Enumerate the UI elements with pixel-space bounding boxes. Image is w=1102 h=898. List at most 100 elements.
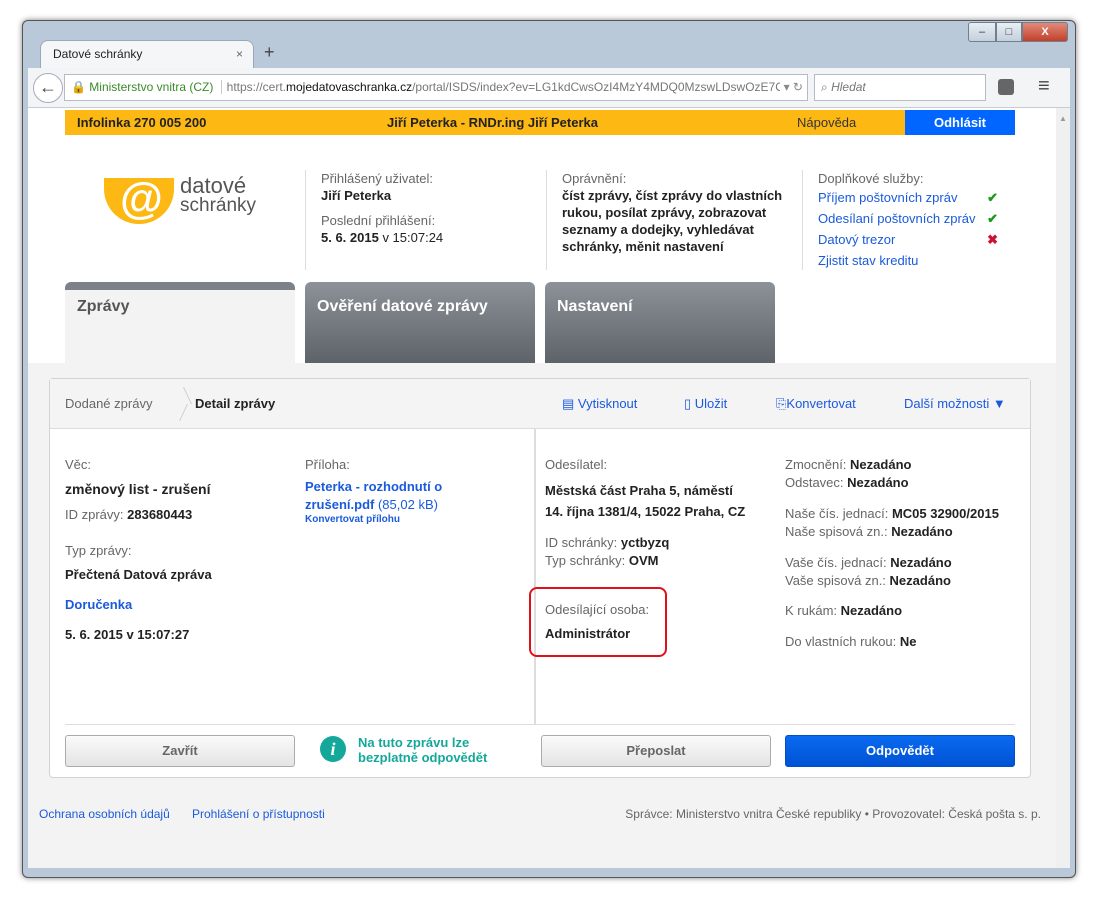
url-prefix: https://cert. bbox=[220, 80, 287, 94]
detail-label: Vaše čís. jednací: bbox=[785, 555, 887, 570]
more-options-dropdown[interactable]: Další možnosti ▼ bbox=[904, 396, 1006, 411]
save-button[interactable]: ▯ Uložit bbox=[684, 396, 727, 412]
sender-label: Odesílatel: bbox=[545, 457, 608, 472]
panel-toolbar: Dodané zprávy Detail zprávy ▤ Vytisknout… bbox=[50, 379, 1030, 429]
lock-icon: 🔒 bbox=[71, 80, 86, 94]
convert-label: Konvertovat bbox=[786, 396, 856, 411]
attachment-size: (85,02 kB) bbox=[377, 497, 438, 512]
accessibility-link[interactable]: Prohlášení o přístupnosti bbox=[192, 807, 325, 821]
permissions: Oprávnění: číst zprávy, číst zprávy do v… bbox=[562, 170, 787, 255]
back-button-icon[interactable]: ← bbox=[33, 73, 63, 103]
message-type: Přečtená Datová zpráva bbox=[65, 567, 212, 582]
service-item[interactable]: Odesílaní poštovních zpráv ✔ bbox=[818, 208, 1008, 229]
logged-user: Jiří Peterka bbox=[321, 188, 392, 203]
tab-zpravy[interactable]: Zprávy bbox=[65, 282, 295, 363]
privacy-link[interactable]: Ochrana osobních údajů bbox=[39, 807, 170, 821]
permissions-label: Oprávnění: bbox=[562, 171, 627, 186]
attachment-label: Příloha: bbox=[305, 457, 350, 472]
close-tab-icon[interactable]: × bbox=[236, 47, 243, 61]
minimize-button[interactable]: – bbox=[968, 22, 996, 42]
cross-icon: ✖ bbox=[987, 232, 998, 247]
permissions-value: číst zprávy, číst zprávy do vlastních ru… bbox=[562, 188, 783, 254]
infoline: Infolinka 270 005 200 bbox=[77, 115, 207, 130]
search-placeholder: Hledat bbox=[831, 80, 866, 94]
site-identity: Ministerstvo vnitra (CZ) bbox=[89, 80, 214, 94]
sender-value: Městská část Praha 5, náměstí 14. října … bbox=[545, 483, 746, 519]
detail-value: Nezadáno bbox=[850, 457, 912, 472]
tab-nastaveni[interactable]: Nastavení bbox=[545, 282, 775, 363]
reload-icon[interactable]: ▾ ↻ bbox=[779, 75, 803, 100]
detail-label: Naše spisová zn.: bbox=[785, 524, 888, 539]
id-label: ID zprávy: bbox=[65, 507, 124, 522]
close-button[interactable]: Zavřít bbox=[65, 735, 295, 767]
subject-label: Věc: bbox=[65, 457, 92, 472]
services: Doplňkové služby: Příjem poštovních zprá… bbox=[818, 170, 1008, 271]
detail-value: Nezadáno bbox=[891, 524, 953, 539]
delivery-date: 5. 6. 2015 v 15:07:27 bbox=[65, 627, 190, 642]
logout-button[interactable]: Odhlásit bbox=[905, 110, 1015, 135]
receipt-link[interactable]: Doručenka bbox=[65, 596, 285, 614]
sending-person: Odesílající osoba: Administrátor bbox=[545, 601, 649, 643]
browser-tab[interactable]: Datové schránky × bbox=[40, 40, 254, 70]
logo-line1: datové bbox=[180, 173, 247, 198]
box-id-label: ID schránky: bbox=[545, 535, 618, 550]
detail-value: Nezadáno bbox=[847, 475, 909, 490]
info-icon: i bbox=[320, 736, 346, 762]
scrollbar[interactable]: ▲ bbox=[1056, 108, 1070, 868]
sender-info: Odesílatel: Městská část Praha 5, náměst… bbox=[545, 456, 750, 570]
service-link[interactable]: Odesílaní poštovních zpráv bbox=[818, 211, 976, 226]
navigation-bar: ← 🔒 Ministerstvo vnitra (CZ) https://cer… bbox=[28, 68, 1070, 108]
type-label: Typ zprávy: bbox=[65, 543, 132, 558]
tab-overeni[interactable]: Ověření datové zprávy bbox=[305, 282, 535, 363]
person-label: Odesílající osoba: bbox=[545, 602, 650, 617]
pocket-icon[interactable] bbox=[998, 79, 1014, 95]
forward-button[interactable]: Přeposlat bbox=[541, 735, 771, 767]
service-item[interactable]: Příjem poštovních zpráv ✔ bbox=[818, 187, 1008, 208]
detail-value: Nezadáno bbox=[890, 555, 952, 570]
message-id: 283680443 bbox=[127, 507, 193, 522]
search-icon: ⌕ bbox=[821, 80, 832, 94]
url-bar[interactable]: 🔒 Ministerstvo vnitra (CZ) https://cert.… bbox=[64, 74, 808, 101]
detail-label: Odstavec: bbox=[785, 475, 844, 490]
message-info: Věc: změnový list - zrušení ID zprávy: 2… bbox=[65, 456, 285, 644]
detail-label: Vaše spisová zn.: bbox=[785, 573, 886, 588]
check-icon: ✔ bbox=[987, 211, 998, 226]
detail-value: MC05 32900/2015 bbox=[891, 506, 999, 521]
credit-link[interactable]: Zjistit stav kreditu bbox=[818, 253, 918, 268]
close-window-button[interactable]: X bbox=[1022, 22, 1068, 42]
operator-info: Správce: Ministerstvo vnitra České repub… bbox=[625, 807, 1041, 821]
save-icon: ▯ bbox=[684, 396, 695, 411]
last-login-date: 5. 6. 2015 bbox=[321, 230, 379, 245]
new-tab-button[interactable]: + bbox=[264, 42, 275, 63]
detail-value: Nezadáno bbox=[889, 573, 951, 588]
save-label: Uložit bbox=[694, 396, 728, 411]
page-content: Infolinka 270 005 200 Jiří Peterka - RND… bbox=[28, 108, 1070, 868]
breadcrumb-parent[interactable]: Dodané zprávy bbox=[65, 396, 152, 411]
logo-line2: schránky bbox=[180, 195, 257, 216]
service-link[interactable]: Datový trezor bbox=[818, 232, 895, 247]
help-link[interactable]: Nápověda bbox=[797, 110, 856, 135]
tab-title: Datové schránky bbox=[53, 47, 143, 61]
check-icon: ✔ bbox=[987, 190, 998, 205]
convert-button[interactable]: ⎘Konvertovat bbox=[776, 396, 856, 412]
top-user: Jiří Peterka - RNDr.ing Jiří Peterka bbox=[387, 115, 598, 130]
reference-details: Zmocnění: Nezadáno Odstavec: Nezadáno Na… bbox=[785, 456, 1025, 651]
print-button[interactable]: ▤ Vytisknout bbox=[562, 396, 637, 412]
detail-label: Zmocnění: bbox=[785, 457, 847, 472]
reply-button[interactable]: Odpovědět bbox=[785, 735, 1015, 767]
detail-label: K rukám: bbox=[785, 603, 838, 618]
service-item[interactable]: Zjistit stav kreditu bbox=[818, 250, 1008, 271]
maximize-button[interactable]: □ bbox=[996, 22, 1022, 42]
search-input[interactable]: ⌕ Hledat bbox=[814, 74, 986, 101]
service-link[interactable]: Příjem poštovních zpráv bbox=[818, 190, 957, 205]
detail-value: Nezadáno bbox=[840, 603, 903, 618]
convert-attachment-link[interactable]: Konvertovat přílohu bbox=[305, 514, 475, 526]
subject: změnový list - zrušení bbox=[65, 481, 211, 497]
detail-label: Naše čís. jednací: bbox=[785, 506, 889, 521]
print-label: Vytisknout bbox=[577, 396, 638, 411]
detail-label: Do vlastních rukou: bbox=[785, 634, 897, 649]
last-login-label: Poslední přihlášení: bbox=[321, 213, 436, 228]
service-item[interactable]: Datový trezor ✖ bbox=[818, 229, 1008, 250]
menu-icon[interactable]: ≡ bbox=[1038, 75, 1050, 98]
top-bar: Infolinka 270 005 200 Jiří Peterka - RND… bbox=[65, 110, 1015, 135]
